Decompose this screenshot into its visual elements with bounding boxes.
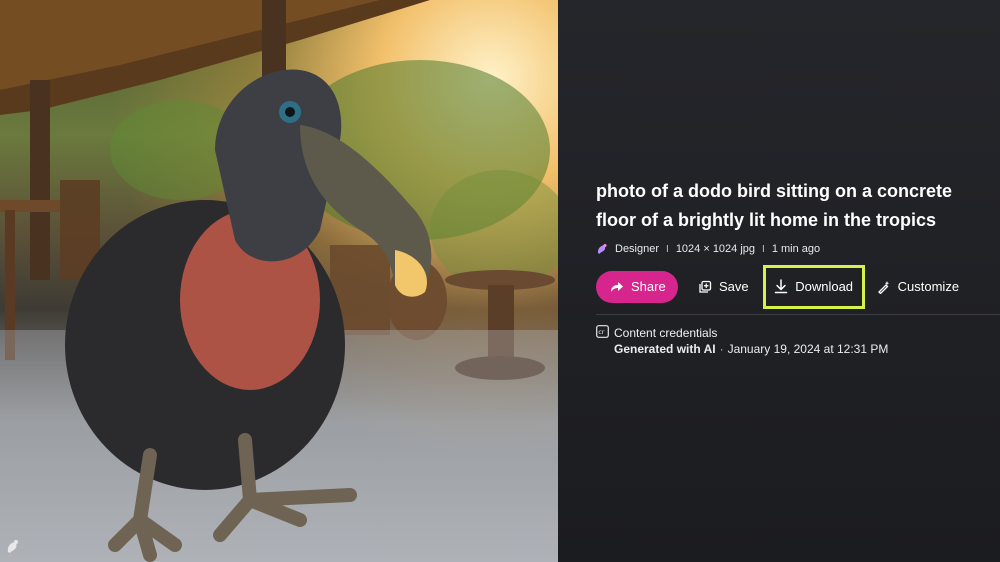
share-label: Share — [631, 279, 666, 294]
svg-text:cr: cr — [598, 328, 605, 336]
created-time: 1 min ago — [771, 243, 821, 255]
magic-pen-icon — [877, 280, 891, 294]
content-credentials[interactable]: cr Content credentials Generated with AI… — [596, 325, 888, 357]
image-prompt-title: photo of a dodo bird sitting on a concre… — [596, 181, 952, 230]
content-credentials-label: Content credentials — [614, 326, 718, 340]
customize-label: Customize — [897, 279, 960, 294]
download-icon — [774, 279, 788, 294]
section-divider — [596, 314, 1000, 315]
generated-date: January 19, 2024 at 12:31 PM — [727, 342, 889, 356]
customize-button[interactable]: Customize — [873, 271, 963, 303]
dodo-bird-photo — [0, 0, 558, 562]
share-icon — [610, 281, 624, 293]
designer-logo-icon — [4, 538, 22, 556]
action-toolbar: Share Save Download Customize — [596, 264, 963, 309]
generated-with-ai: Generated with AI — [614, 342, 716, 356]
meta-separator: I — [666, 243, 669, 255]
app-name: Designer — [615, 243, 660, 255]
designer-icon — [596, 243, 608, 255]
image-details-panel: photo of a dodo bird sitting on a concre… — [558, 0, 1000, 562]
save-button[interactable]: Save — [694, 271, 753, 303]
image-meta-row: Designer I 1024 × 1024 jpg I 1 min ago — [596, 241, 820, 257]
credentials-separator: · — [719, 342, 724, 356]
download-label: Download — [795, 279, 854, 294]
download-button[interactable]: Download — [762, 264, 865, 309]
generated-image[interactable] — [0, 0, 558, 562]
meta-separator: I — [762, 243, 765, 255]
share-button[interactable]: Share — [596, 270, 678, 303]
save-collection-icon — [698, 280, 712, 294]
save-label: Save — [719, 279, 749, 294]
content-credentials-icon: cr — [596, 325, 609, 342]
image-dimensions: 1024 × 1024 jpg — [675, 243, 756, 255]
